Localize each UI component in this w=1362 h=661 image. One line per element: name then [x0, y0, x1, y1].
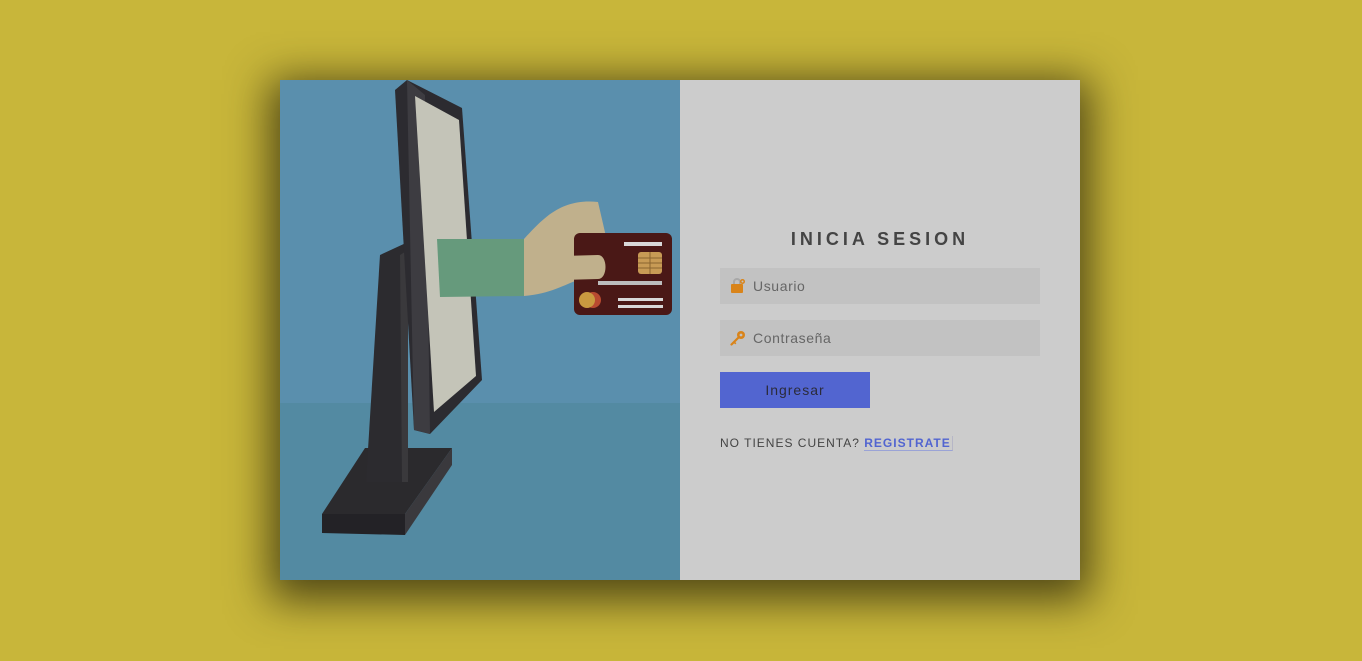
username-input[interactable] [753, 278, 1023, 294]
login-card: INICIA SESION Usuario Ingresar NO TIENES… [280, 80, 1080, 580]
password-field[interactable] [720, 320, 1040, 356]
key-icon [730, 330, 746, 346]
lock-icon [730, 278, 746, 294]
password-input[interactable] [753, 330, 1023, 346]
register-link[interactable]: REGISTRATE [864, 436, 953, 451]
signup-prompt: NO TIENES CUENTA? REGISTRATE [720, 436, 953, 451]
login-form: INICIA SESION Usuario Ingresar NO TIENES… [680, 80, 1080, 580]
username-field[interactable] [720, 268, 1040, 304]
monitor-card-illustration [280, 80, 680, 580]
signup-prompt-text: NO TIENES CUENTA? [720, 436, 860, 450]
payment-illustration [280, 80, 680, 580]
login-submit-button[interactable]: Ingresar [720, 372, 870, 408]
login-title: INICIA SESION [790, 229, 970, 249]
